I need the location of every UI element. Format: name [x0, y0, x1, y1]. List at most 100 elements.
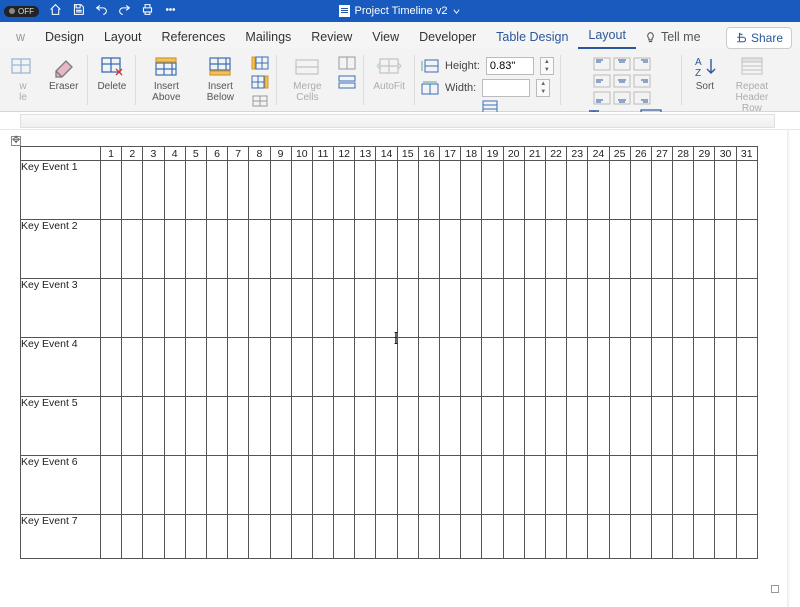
- day-cell[interactable]: [736, 279, 757, 338]
- day-cell[interactable]: [164, 456, 185, 515]
- day-cell[interactable]: [312, 220, 333, 279]
- day-cell[interactable]: [249, 279, 270, 338]
- align-tc[interactable]: [612, 56, 632, 72]
- header-day-23[interactable]: 23: [567, 147, 588, 161]
- row-label[interactable]: Key Event 4: [21, 338, 101, 397]
- header-day-24[interactable]: 24: [588, 147, 609, 161]
- day-cell[interactable]: [545, 161, 566, 220]
- day-cell[interactable]: [228, 397, 249, 456]
- day-cell[interactable]: [312, 161, 333, 220]
- day-cell[interactable]: [143, 220, 164, 279]
- day-cell[interactable]: [609, 220, 630, 279]
- header-day-5[interactable]: 5: [185, 147, 206, 161]
- day-cell[interactable]: [694, 161, 715, 220]
- home-icon[interactable]: [49, 3, 62, 19]
- day-cell[interactable]: [312, 456, 333, 515]
- day-cell[interactable]: [482, 161, 503, 220]
- header-day-22[interactable]: 22: [545, 147, 566, 161]
- timeline-table[interactable]: 1234567891011121314151617181920212223242…: [20, 146, 758, 559]
- day-cell[interactable]: [206, 397, 227, 456]
- day-cell[interactable]: [609, 279, 630, 338]
- day-cell[interactable]: [312, 338, 333, 397]
- row-label[interactable]: Key Event 1: [21, 161, 101, 220]
- day-cell[interactable]: [122, 397, 143, 456]
- day-cell[interactable]: [291, 515, 312, 559]
- day-cell[interactable]: [503, 515, 524, 559]
- day-cell[interactable]: [673, 161, 694, 220]
- day-cell[interactable]: [524, 456, 545, 515]
- day-cell[interactable]: [588, 161, 609, 220]
- day-cell[interactable]: [461, 456, 482, 515]
- height-input[interactable]: [486, 57, 534, 75]
- day-cell[interactable]: [206, 515, 227, 559]
- insert-below-button[interactable]: Insert Below: [196, 53, 244, 105]
- day-cell[interactable]: [334, 338, 355, 397]
- day-cell[interactable]: [122, 456, 143, 515]
- chevron-down-icon[interactable]: [452, 7, 461, 16]
- day-cell[interactable]: [228, 456, 249, 515]
- align-bl[interactable]: [592, 90, 612, 106]
- day-cell[interactable]: [397, 397, 418, 456]
- day-cell[interactable]: [249, 161, 270, 220]
- day-cell[interactable]: [673, 456, 694, 515]
- share-button[interactable]: Share: [726, 27, 792, 49]
- insert-right-button[interactable]: [250, 74, 270, 90]
- day-cell[interactable]: [164, 397, 185, 456]
- tab-review[interactable]: Review: [301, 25, 362, 49]
- day-cell[interactable]: [376, 161, 397, 220]
- day-cell[interactable]: [736, 338, 757, 397]
- tell-me[interactable]: Tell me: [636, 25, 709, 49]
- day-cell[interactable]: [440, 456, 461, 515]
- day-cell[interactable]: [228, 338, 249, 397]
- day-cell[interactable]: [355, 515, 376, 559]
- eraser-button[interactable]: Eraser: [46, 53, 81, 94]
- document-area[interactable]: ✥ 12345678910111213141516171819202122232…: [0, 130, 800, 607]
- day-cell[interactable]: [164, 338, 185, 397]
- day-cell[interactable]: [101, 515, 122, 559]
- day-cell[interactable]: [524, 515, 545, 559]
- day-cell[interactable]: [461, 220, 482, 279]
- day-cell[interactable]: [185, 161, 206, 220]
- day-cell[interactable]: [715, 397, 736, 456]
- day-cell[interactable]: [736, 161, 757, 220]
- day-cell[interactable]: [101, 220, 122, 279]
- tab-table-design[interactable]: Table Design: [486, 25, 578, 49]
- day-cell[interactable]: [736, 220, 757, 279]
- tab-view[interactable]: View: [362, 25, 409, 49]
- day-cell[interactable]: [122, 161, 143, 220]
- day-cell[interactable]: [206, 220, 227, 279]
- day-cell[interactable]: [545, 515, 566, 559]
- header-day-15[interactable]: 15: [397, 147, 418, 161]
- print-icon[interactable]: [141, 3, 154, 19]
- day-cell[interactable]: [291, 279, 312, 338]
- day-cell[interactable]: [418, 220, 439, 279]
- day-cell[interactable]: [143, 161, 164, 220]
- day-cell[interactable]: [440, 515, 461, 559]
- day-cell[interactable]: [736, 456, 757, 515]
- day-cell[interactable]: [312, 515, 333, 559]
- align-ml[interactable]: [592, 73, 612, 89]
- header-day-11[interactable]: 11: [312, 147, 333, 161]
- day-cell[interactable]: [482, 515, 503, 559]
- day-cell[interactable]: [609, 397, 630, 456]
- day-cell[interactable]: [545, 397, 566, 456]
- day-cell[interactable]: [567, 220, 588, 279]
- header-day-30[interactable]: 30: [715, 147, 736, 161]
- day-cell[interactable]: [334, 279, 355, 338]
- day-cell[interactable]: [291, 456, 312, 515]
- day-cell[interactable]: [524, 161, 545, 220]
- day-cell[interactable]: [249, 515, 270, 559]
- header-day-17[interactable]: 17: [440, 147, 461, 161]
- header-day-18[interactable]: 18: [461, 147, 482, 161]
- day-cell[interactable]: [249, 456, 270, 515]
- day-cell[interactable]: [101, 279, 122, 338]
- day-cell[interactable]: [461, 515, 482, 559]
- day-cell[interactable]: [461, 397, 482, 456]
- day-cell[interactable]: [376, 456, 397, 515]
- day-cell[interactable]: [418, 338, 439, 397]
- undo-icon[interactable]: [95, 3, 108, 19]
- day-cell[interactable]: [418, 397, 439, 456]
- header-day-8[interactable]: 8: [249, 147, 270, 161]
- header-day-13[interactable]: 13: [355, 147, 376, 161]
- day-cell[interactable]: [461, 338, 482, 397]
